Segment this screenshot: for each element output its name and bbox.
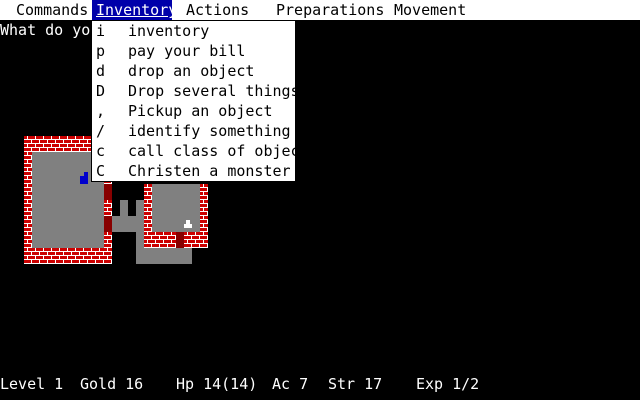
menu-inventory[interactable]: Inventory bbox=[92, 0, 177, 20]
dropdown-item-label: pay your bill bbox=[128, 42, 246, 60]
door-right-bottom bbox=[176, 232, 184, 248]
menu-bar: Commands Inventory Actions Preparations … bbox=[0, 0, 640, 20]
dropdown-item-label: call class of objects bbox=[128, 142, 318, 160]
menu-movement[interactable]: Movement bbox=[388, 0, 478, 20]
shortcut-key: c bbox=[96, 142, 106, 160]
status-gold: Gold 16 bbox=[80, 375, 144, 393]
prompt-text: What do you bbox=[0, 21, 100, 39]
dropdown-item-call-class[interactable]: c call class of objects bbox=[92, 141, 318, 161]
menu-inventory-label: Inventory bbox=[96, 1, 178, 19]
menu-commands[interactable]: Commands bbox=[8, 0, 88, 20]
dropdown-item-christen[interactable]: C Christen a monster bbox=[92, 161, 295, 181]
status-ac: Ac 7 bbox=[272, 375, 309, 393]
menu-actions-label: Actions bbox=[186, 1, 250, 19]
dropdown-item-label: Drop several things bbox=[128, 82, 300, 100]
dropdown-item-pickup[interactable]: , Pickup an object bbox=[92, 101, 295, 121]
shortcut-key: D bbox=[96, 82, 106, 100]
status-exp: Exp 1/2 bbox=[416, 375, 480, 393]
menu-movement-label: Movement bbox=[394, 1, 467, 19]
door-left-upper bbox=[104, 184, 112, 200]
dropdown-item-label: drop an object bbox=[128, 62, 255, 80]
dropdown-item-drop-object[interactable]: d drop an object bbox=[92, 61, 295, 81]
status-hp: Hp 14(14) bbox=[176, 375, 258, 393]
shortcut-key: d bbox=[96, 62, 106, 80]
dropdown-item-inventory[interactable]: i inventory bbox=[92, 21, 295, 41]
shortcut-key: / bbox=[96, 122, 106, 140]
dropdown-item-label: Christen a monster bbox=[128, 162, 291, 180]
shortcut-key: p bbox=[96, 42, 106, 60]
menu-preparations-label: Preparations bbox=[276, 1, 385, 19]
menu-preparations[interactable]: Preparations bbox=[270, 0, 384, 20]
dropdown-item-pay-bill[interactable]: p pay your bill bbox=[92, 41, 295, 61]
status-level: Level 1 bbox=[0, 375, 64, 393]
inventory-dropdown: i inventory p pay your bill d drop an ob… bbox=[91, 20, 318, 182]
shortcut-key: i bbox=[96, 22, 106, 40]
door-left-lower bbox=[104, 216, 112, 232]
dropdown-item-drop-several[interactable]: D Drop several things bbox=[92, 81, 300, 101]
shortcut-key: , bbox=[96, 102, 106, 120]
menu-commands-label: Commands bbox=[16, 1, 89, 19]
status-str: Str 17 bbox=[328, 375, 383, 393]
dropdown-item-label: inventory bbox=[128, 22, 210, 40]
menu-actions[interactable]: Actions bbox=[180, 0, 260, 20]
dropdown-item-identify[interactable]: / identify something bbox=[92, 121, 295, 141]
dropdown-item-label: identify something bbox=[128, 122, 291, 140]
shortcut-key: C bbox=[96, 162, 106, 180]
dropdown-item-label: Pickup an object bbox=[128, 102, 273, 120]
